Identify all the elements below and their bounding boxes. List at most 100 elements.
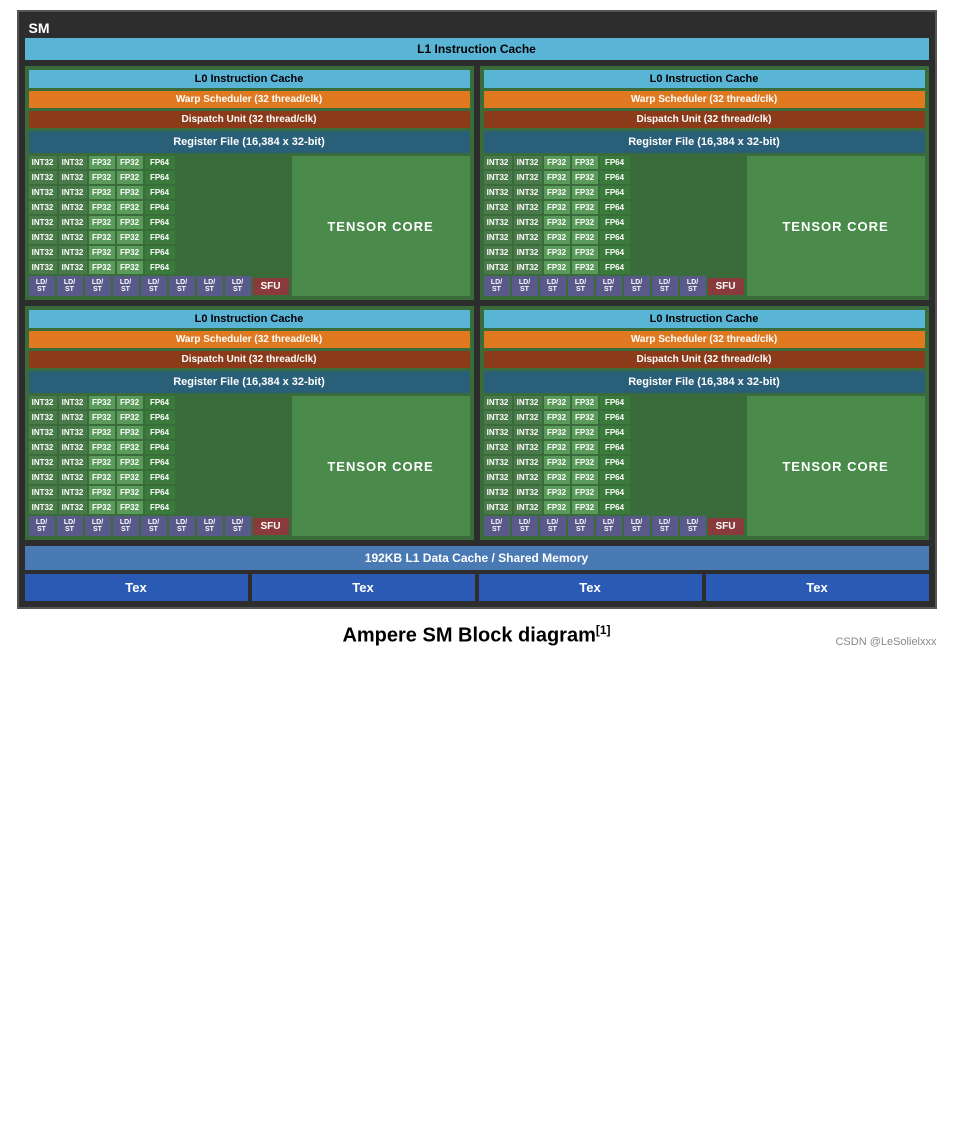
int32-cell: INT32 [514,456,542,469]
fp32-cell: FP32 [544,171,570,184]
int32-cell: INT32 [484,261,512,274]
fp32-cell: FP32 [544,201,570,214]
fp32-cell: FP32 [544,486,570,499]
core-row: INT32 INT32 FP32 FP32 FP64 [484,171,744,184]
fp32-cell: FP32 [572,441,598,454]
fp64-cell: FP64 [600,186,630,199]
fp32-cell: FP32 [572,186,598,199]
fp64-cell: FP64 [600,246,630,259]
core-row: INT32 INT32 FP32 FP32 FP64 [29,486,289,499]
fp64-cell: FP64 [600,456,630,469]
core-row: INT32 INT32 FP32 FP32 FP64 [29,171,289,184]
ld-st-row: LD/ST LD/ST LD/ST LD/ST LD/ST LD/ST LD/S… [29,516,289,536]
ld-st-cell: LD/ST [141,276,167,296]
ld-st-row: LD/ST LD/ST LD/ST LD/ST LD/ST LD/ST LD/S… [484,516,744,536]
register-file-br: Register File (16,384 x 32-bit) [484,371,925,393]
sfu-cell: SFU [708,518,744,535]
core-row: INT32 INT32 FP32 FP32 FP64 [484,441,744,454]
core-row: INT32 INT32 FP32 FP32 FP64 [29,156,289,169]
int32-cell: INT32 [484,216,512,229]
tensor-core-bl: TENSOR CORE [292,396,470,536]
fp64-cell: FP64 [145,486,175,499]
int32-cell: INT32 [484,411,512,424]
ld-st-cell: LD/ST [85,276,111,296]
dispatch-unit-br: Dispatch Unit (32 thread/clk) [484,351,925,368]
cores-left-tr: INT32 INT32 FP32 FP32 FP64 INT32 INT32 F… [484,156,744,296]
l0-cache-tr: L0 Instruction Cache [484,70,925,88]
int32-cell: INT32 [59,231,87,244]
cores-left-br: INT32 INT32 FP32 FP32 FP64 INT32 INT32 F… [484,396,744,536]
int32-cell: INT32 [59,456,87,469]
fp64-cell: FP64 [600,471,630,484]
int32-cell: INT32 [484,486,512,499]
warp-scheduler-tr: Warp Scheduler (32 thread/clk) [484,91,925,108]
warp-scheduler-bl: Warp Scheduler (32 thread/clk) [29,331,470,348]
ld-st-cell: LD/ST [169,276,195,296]
fp64-cell: FP64 [145,246,175,259]
fp32-cell: FP32 [572,486,598,499]
sfu-cell: SFU [253,518,289,535]
int32-cell: INT32 [484,156,512,169]
fp64-cell: FP64 [145,471,175,484]
fp64-cell: FP64 [600,231,630,244]
int32-cell: INT32 [29,486,57,499]
fp32-cell: FP32 [544,156,570,169]
fp32-cell: FP32 [117,246,143,259]
int32-cell: INT32 [59,471,87,484]
int32-cell: INT32 [514,186,542,199]
int32-cell: INT32 [59,396,87,409]
int32-cell: INT32 [514,486,542,499]
ld-st-cell: LD/ST [85,516,111,536]
ld-st-cell: LD/ST [197,276,223,296]
fp64-cell: FP64 [145,171,175,184]
fp32-cell: FP32 [572,216,598,229]
fp64-cell: FP64 [600,411,630,424]
core-row: INT32 INT32 FP32 FP32 FP64 [29,246,289,259]
core-row: INT32 INT32 FP32 FP32 FP64 [484,456,744,469]
dispatch-unit-bl: Dispatch Unit (32 thread/clk) [29,351,470,368]
fp64-cell: FP64 [145,411,175,424]
fp32-cell: FP32 [544,426,570,439]
int32-cell: INT32 [29,501,57,514]
fp32-cell: FP32 [117,411,143,424]
fp32-cell: FP32 [89,216,115,229]
fp32-cell: FP32 [544,471,570,484]
fp64-cell: FP64 [600,216,630,229]
int32-cell: INT32 [484,426,512,439]
int32-cell: INT32 [29,201,57,214]
ld-st-cell: LD/ST [197,516,223,536]
cores-section-bl: INT32 INT32 FP32 FP32 FP64 INT32 INT32 F… [29,396,470,536]
int32-cell: INT32 [29,441,57,454]
ld-st-cell: LD/ST [652,516,678,536]
fp32-cell: FP32 [89,396,115,409]
int32-cell: INT32 [59,201,87,214]
ld-st-row: LD/ST LD/ST LD/ST LD/ST LD/ST LD/ST LD/S… [484,276,744,296]
quadrant-bottom-right: L0 Instruction Cache Warp Scheduler (32 … [480,306,929,540]
int32-cell: INT32 [29,396,57,409]
tex-cell-4: Tex [706,574,929,601]
core-row: INT32 INT32 FP32 FP32 FP64 [484,216,744,229]
ld-st-cell: LD/ST [512,516,538,536]
core-row: INT32 INT32 FP32 FP32 FP64 [484,201,744,214]
int32-cell: INT32 [514,231,542,244]
fp64-cell: FP64 [600,441,630,454]
fp32-cell: FP32 [117,501,143,514]
int32-cell: INT32 [59,411,87,424]
caption-sup: [1] [596,623,611,637]
int32-cell: INT32 [29,456,57,469]
int32-cell: INT32 [514,501,542,514]
core-row: INT32 INT32 FP32 FP32 FP64 [484,501,744,514]
fp32-cell: FP32 [117,216,143,229]
fp32-cell: FP32 [89,246,115,259]
fp64-cell: FP64 [145,231,175,244]
fp32-cell: FP32 [544,261,570,274]
fp32-cell: FP32 [89,171,115,184]
int32-cell: INT32 [484,246,512,259]
fp32-cell: FP32 [89,471,115,484]
ld-st-cell: LD/ST [512,276,538,296]
cores-left-bl: INT32 INT32 FP32 FP32 FP64 INT32 INT32 F… [29,396,289,536]
int32-cell: INT32 [514,246,542,259]
int32-cell: INT32 [484,186,512,199]
fp32-cell: FP32 [572,156,598,169]
ld-st-cell: LD/ST [29,276,55,296]
